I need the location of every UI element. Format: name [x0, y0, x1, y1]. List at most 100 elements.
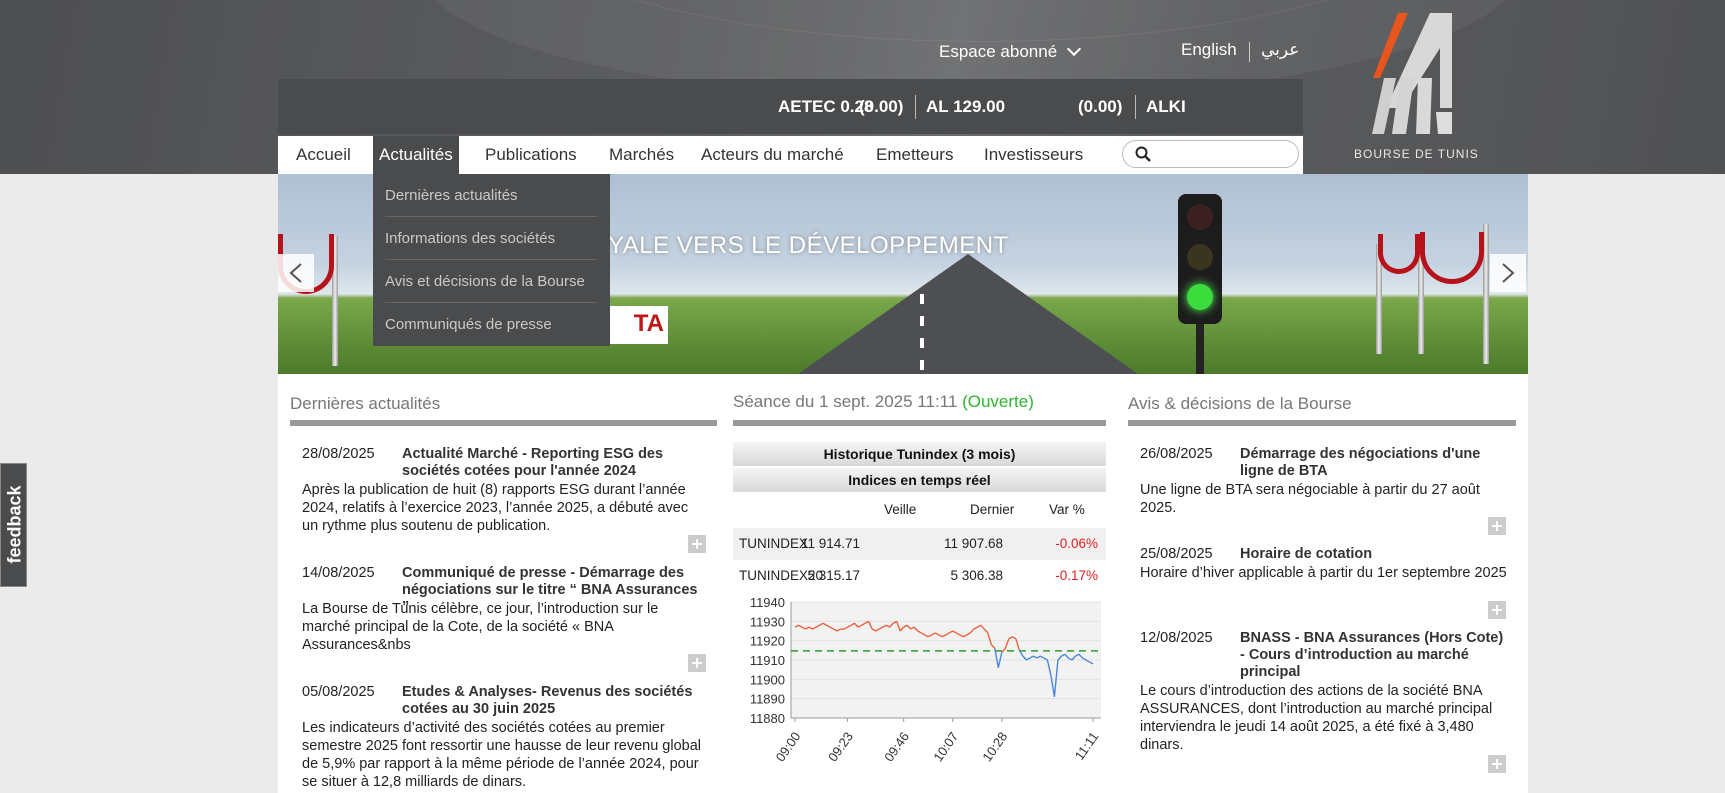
dropdown-dernieres-actualites[interactable]: Dernières actualités [385, 174, 597, 217]
table-row[interactable]: TUNINDEX 11 914.71 11 907.68 -0.06% [733, 528, 1106, 560]
col-var: Var % [1049, 502, 1085, 517]
dropdown-informations-societes[interactable]: Informations des sociétés [385, 217, 597, 260]
index-var: -0.17% [1055, 568, 1098, 583]
avis-expand-plus-icon[interactable] [1488, 517, 1506, 535]
news-expand-plus-icon[interactable] [688, 535, 706, 553]
chart-y-tick-label: 11920 [750, 634, 785, 649]
news-item: 05/08/2025 Etudes & Analyses- Revenus de… [302, 684, 707, 793]
avis-expand-plus-icon[interactable] [1488, 755, 1506, 773]
lang-english-link[interactable]: English [1181, 40, 1237, 60]
nav-investisseurs[interactable]: Investisseurs [984, 136, 1083, 174]
bourse-logo-icon[interactable] [1340, 8, 1490, 168]
chart-y-tick-label: 11880 [750, 711, 785, 726]
news-item: 28/08/2025 Actualité Marché - Reporting … [302, 446, 707, 556]
avis-title-link[interactable]: Horaire de cotation [1240, 546, 1510, 563]
main-content: Dernières actualités 28/08/2025 Actualit… [278, 374, 1528, 793]
index-veille: 5 315.17 [807, 568, 860, 583]
ticker-divider [915, 95, 916, 119]
news-title-link[interactable]: Actualité Marché - Reporting ESG des soc… [402, 446, 707, 480]
index-var: -0.06% [1055, 536, 1098, 551]
market-status: (Ouverte) [962, 392, 1034, 411]
ticker-item[interactable]: AL 129.00 [926, 97, 1005, 117]
ticker-divider [1135, 95, 1136, 119]
banner-rope [1378, 234, 1420, 274]
ticker-item[interactable]: ALKI [1146, 97, 1186, 117]
tunindex-chart-svg: 11940 11930 11920 11910 11900 11890 11880 09:00… [750, 595, 1102, 764]
chart-x-tick-label: 09:23 [825, 729, 856, 764]
col-veille: Veille [884, 502, 917, 517]
avis-body: Horaire d’hiver applicable à partir du 1… [1140, 565, 1507, 581]
chart-x-tick-label: 10:07 [930, 729, 961, 764]
lang-divider [1249, 42, 1250, 62]
seance-label: Séance du 1 sept. 2025 11:11 (Ouverte) [733, 392, 1034, 412]
news-date: 28/08/2025 [302, 446, 375, 462]
avis-body: Une ligne de BTA sera négociable à parti… [1140, 482, 1480, 516]
avis-date: 25/08/2025 [1140, 546, 1213, 562]
banner-title: YALE VERS LE DÉVELOPPEMENT [608, 232, 1009, 259]
lang-arabic-link[interactable]: عربي [1261, 40, 1299, 60]
nav-actualites[interactable]: Actualités [373, 136, 459, 174]
banner-next-button[interactable] [1490, 254, 1526, 292]
historique-tunindex-button[interactable]: Historique Tunindex (3 mois) [733, 442, 1106, 466]
ticker-item: (0.00) [1078, 97, 1123, 116]
avis-item: 12/08/2025 BNASS - BNA Assurances (Hors … [1140, 630, 1510, 760]
actualites-dropdown: Dernières actualités Informations des so… [373, 174, 610, 346]
chart-x-tick-label: 09:46 [881, 729, 912, 764]
news-body: Les indicateurs d’activité des sociétés … [302, 720, 701, 790]
banner-prev-button[interactable] [278, 254, 314, 292]
chart-y-tick-label: 11940 [750, 595, 785, 610]
traffic-lamp [1187, 244, 1213, 270]
news-title-rule [290, 420, 717, 426]
news-title-link[interactable]: Etudes & Analyses- Revenus des sociétés … [402, 684, 707, 718]
avis-column-title: Avis & décisions de la Bourse [1128, 394, 1352, 413]
index-dernier: 5 306.38 [950, 568, 1003, 583]
nav-emetteurs[interactable]: Emetteurs [876, 136, 953, 174]
avis-title-link[interactable]: Démarrage des négociations d'une ligne d… [1240, 446, 1510, 480]
chart-x-tick-label: 11:11 [1072, 729, 1102, 763]
ticker-item: (0.00) [859, 97, 904, 116]
nav-acteurs[interactable]: Acteurs du marché [701, 136, 844, 174]
search-icon[interactable] [1135, 146, 1151, 162]
col-dernier: Dernier [970, 502, 1015, 517]
traffic-light [1178, 194, 1222, 374]
banner-road [798, 254, 1138, 374]
index-veille: 11 914.71 [800, 536, 860, 551]
avis-title-rule [1128, 420, 1516, 426]
traffic-pole [1196, 324, 1204, 374]
search-box[interactable] [1122, 140, 1299, 168]
chevron-down-icon [1067, 41, 1082, 57]
index-name: TUNINDEX [739, 536, 809, 551]
index-dernier: 11 907.68 [943, 536, 1003, 551]
nav-accueil[interactable]: Accueil [296, 136, 351, 174]
avis-title-link[interactable]: BNASS - BNA Assurances (Hors Cote) - Cou… [1240, 630, 1510, 681]
seance-date: Séance du 1 sept. 2025 11:11 [733, 392, 958, 411]
avis-date: 12/08/2025 [1140, 630, 1213, 646]
table-row[interactable]: TUNINDEX20 5 315.17 5 306.38 -0.17% [733, 560, 1106, 592]
feedback-tab[interactable]: feedback [0, 463, 27, 587]
news-body: La Bourse de Tunis célèbre, ce jour, l’i… [302, 601, 659, 653]
nav-publications[interactable]: Publications [485, 136, 577, 174]
logo-text: BOURSE DE TUNIS [1354, 147, 1479, 161]
chevron-left-icon [289, 263, 302, 283]
chart-y-tick-label: 11900 [750, 672, 785, 687]
avis-date: 26/08/2025 [1140, 446, 1213, 462]
dropdown-communiques[interactable]: Communiqués de presse [385, 303, 597, 346]
traffic-lamp [1187, 204, 1213, 230]
dropdown-avis-decisions[interactable]: Avis et décisions de la Bourse [385, 260, 597, 303]
chart-y-tick-label: 11910 [750, 653, 785, 668]
nav-marches[interactable]: Marchés [609, 136, 674, 174]
feedback-label: feedback [4, 485, 25, 564]
espace-abonne-dropdown[interactable]: Espace abonné [939, 41, 1082, 62]
search-input[interactable] [1159, 144, 1289, 164]
traffic-lamp [1187, 284, 1213, 310]
banner-rope [1420, 232, 1484, 284]
chart-x-tick-label: 09:00 [773, 729, 804, 764]
indices-temps-reel-button[interactable]: Indices en temps réel [733, 468, 1106, 492]
chart-y-tick-label: 11930 [750, 614, 785, 629]
chart-x-tick-label: 10:28 [979, 729, 1010, 764]
avis-expand-plus-icon[interactable] [1488, 601, 1506, 619]
market-title-rule [733, 420, 1106, 426]
stock-ticker: AETEC 0.28 (0.00) AL 129.00 (0.00) ALKI [278, 79, 1303, 134]
news-expand-plus-icon[interactable] [688, 654, 706, 672]
avis-item: 26/08/2025 Démarrage des négociations d'… [1140, 446, 1510, 536]
